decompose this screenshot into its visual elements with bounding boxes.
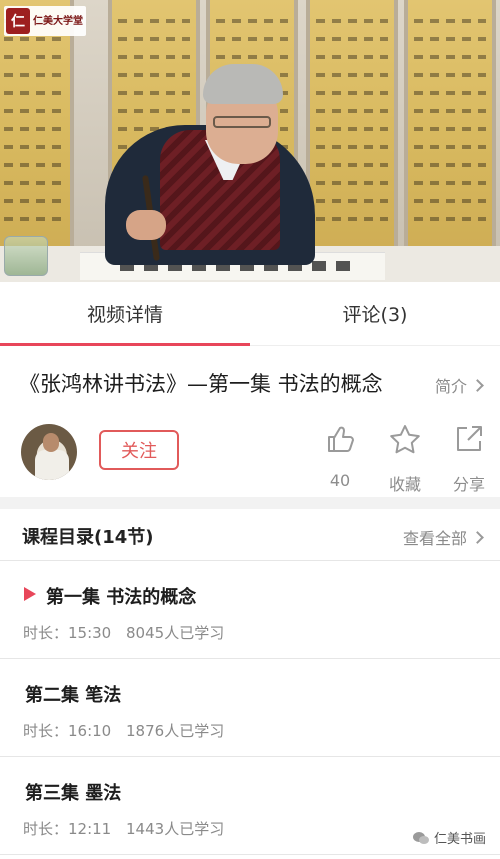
lesson-name: 第三集 墨法 <box>25 783 122 804</box>
watermark: 仁美书画 <box>412 828 486 847</box>
lesson-learners: 1876人已学习 <box>126 722 225 740</box>
chevron-right-icon <box>471 530 484 544</box>
view-all-link[interactable]: 查看全部 <box>402 525 484 549</box>
section-divider <box>0 497 500 509</box>
avatar-head <box>43 433 59 452</box>
calligraphy-scroll <box>0 0 74 246</box>
presenter-hair <box>203 64 283 104</box>
lesson-meta: 时长：16:10 1876人已学习 <box>23 720 224 741</box>
share-icon <box>442 421 496 457</box>
presenter-glasses <box>213 116 271 128</box>
lesson-learners: 8045人已学习 <box>126 624 225 642</box>
avatar-figure <box>35 450 69 480</box>
tab-bar: 视频详情 评论(3) <box>0 282 500 346</box>
logo-mark: 仁 <box>6 8 30 34</box>
channel-logo: 仁 仁美大学堂 <box>4 6 86 36</box>
calligraphy-scroll <box>404 0 496 246</box>
tab-label: 评论(3) <box>342 304 408 326</box>
lesson-item[interactable]: 第二集 笔法 时长：16:10 1876人已学习 <box>0 659 500 757</box>
presenter-hand <box>126 210 166 240</box>
intro-link[interactable]: 简介 <box>434 373 484 397</box>
course-title-row: 《张鸿林讲书法》—第一集 书法的概念 简介 <box>0 347 500 419</box>
star-icon <box>378 421 432 457</box>
favorite-label: 收藏 <box>388 475 421 494</box>
avatar[interactable] <box>21 424 77 480</box>
video-player[interactable]: 仁 仁美大学堂 <box>0 0 500 282</box>
watermark-text: 仁美书画 <box>433 832 486 847</box>
lesson-name: 第一集 书法的概念 <box>46 587 197 608</box>
water-jar <box>4 236 48 276</box>
lesson-learners: 1443人已学习 <box>126 820 225 838</box>
lesson-name: 第二集 笔法 <box>25 685 122 706</box>
follow-button[interactable]: 关注 <box>99 430 179 470</box>
thumbs-up-icon <box>313 421 367 457</box>
view-all-label: 查看全部 <box>402 529 467 548</box>
lesson-duration: 时长：16:10 <box>23 722 112 740</box>
share-button[interactable]: 分享 <box>442 421 496 495</box>
author-row: 关注 40 收藏 分享 <box>0 419 500 497</box>
wechat-icon <box>412 831 429 844</box>
logo-title: 仁美大学堂 <box>33 15 83 27</box>
intro-label: 简介 <box>434 377 467 396</box>
play-icon <box>24 587 36 601</box>
lesson-item[interactable]: 第一集 书法的概念 时长：15:30 8045人已学习 <box>0 561 500 659</box>
like-count: 40 <box>329 471 351 490</box>
calligraphy-scroll <box>306 0 398 246</box>
catalog-title: 课程目录(14节) <box>22 527 154 548</box>
tab-label: 视频详情 <box>86 304 163 326</box>
favorite-button[interactable]: 收藏 <box>378 421 432 495</box>
share-label: 分享 <box>452 475 485 494</box>
lesson-duration: 时长：15:30 <box>23 624 112 642</box>
logo-text: 仁美大学堂 <box>33 16 83 27</box>
lesson-duration: 时长：12:11 <box>23 820 112 838</box>
lesson-meta: 时长：15:30 8045人已学习 <box>23 622 224 643</box>
like-button[interactable]: 40 <box>313 421 367 490</box>
tab-video-details[interactable]: 视频详情 <box>0 282 250 346</box>
chevron-right-icon <box>471 378 484 392</box>
course-title: 《张鸿林讲书法》—第一集 书法的概念 <box>19 372 383 396</box>
catalog-header: 课程目录(14节) 查看全部 <box>0 509 500 561</box>
lesson-meta: 时长：12:11 1443人已学习 <box>23 818 224 839</box>
tab-comments[interactable]: 评论(3) <box>250 282 500 345</box>
